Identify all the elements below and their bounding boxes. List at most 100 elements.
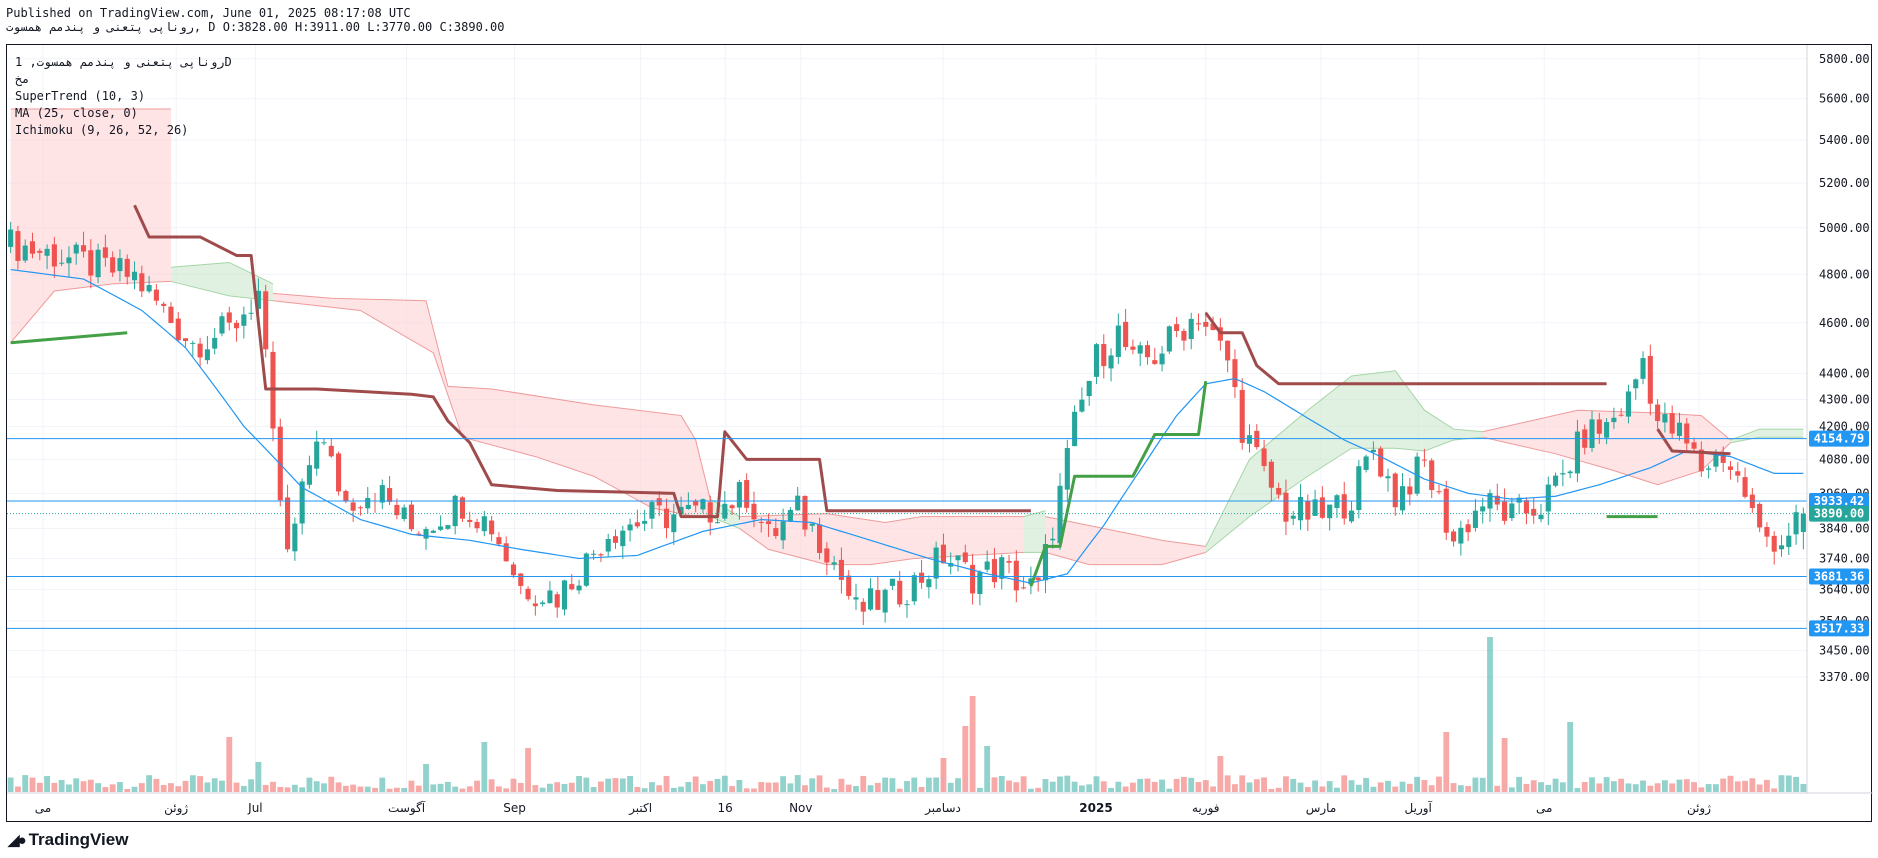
volume-bar: [656, 785, 663, 792]
candle-body: [1356, 466, 1362, 511]
candle-body: [204, 349, 210, 361]
candle-body: [722, 503, 728, 519]
candle-body: [1232, 359, 1238, 388]
candle-body: [1421, 459, 1427, 461]
volume-bar: [751, 788, 757, 792]
candle-body: [175, 318, 181, 341]
candle-body: [66, 257, 72, 264]
volume-bar: [124, 788, 131, 792]
candle-body: [1319, 497, 1325, 518]
x-tick-label: Jul: [247, 801, 262, 815]
volume-bar: [1283, 776, 1289, 792]
candle-body: [1363, 456, 1369, 470]
candle-body: [241, 314, 247, 326]
volume-bar: [940, 758, 947, 792]
volume-bar: [598, 781, 604, 792]
candle-body: [190, 342, 196, 344]
volume-bar: [1166, 788, 1173, 792]
volume-bar: [1355, 784, 1362, 792]
candle-body: [1115, 325, 1121, 357]
volume-bar: [1071, 781, 1078, 792]
volume-bar: [1472, 777, 1479, 792]
volume-bar: [1698, 787, 1705, 792]
candle-body: [904, 604, 910, 606]
volume-bar: [976, 787, 983, 792]
y-tick-label: 5400.00: [1819, 133, 1870, 147]
candle-body: [977, 572, 983, 594]
candle-body: [73, 244, 79, 254]
volume-bar: [962, 726, 969, 792]
candle-body: [1050, 538, 1056, 541]
volume-bar: [240, 785, 247, 792]
x-tick-label: آگوست: [388, 800, 426, 816]
volume-bar: [1042, 779, 1049, 792]
volume-bar: [1800, 784, 1807, 792]
volume-bar: [182, 780, 189, 792]
volume-bar: [517, 782, 524, 792]
volume-bar: [1523, 783, 1530, 792]
volume-bar: [663, 775, 670, 792]
candle-body: [540, 602, 546, 605]
candle-body: [314, 441, 320, 469]
volume-bar: [984, 746, 991, 792]
legend-ichimoku[interactable]: Ichimoku (9, 26, 52, 26): [15, 122, 232, 139]
chart-legend: روناپی پتعنی و پندمم همسوت, 1D مخ SuperT…: [15, 54, 232, 139]
x-tick-label: ژوئن: [164, 801, 188, 816]
volume-bar: [430, 784, 437, 792]
volume-bar: [372, 787, 378, 792]
volume-bar: [321, 783, 327, 792]
candle-body: [234, 322, 240, 329]
level-price-tag: 4154.79: [1814, 432, 1865, 446]
volume-bar: [1552, 778, 1559, 792]
volume-bar: [466, 786, 473, 792]
legend-supertrend[interactable]: SuperTrend (10, 3): [15, 88, 232, 105]
volume-bar: [1122, 786, 1129, 792]
volume-bar: [1479, 777, 1486, 792]
volume-bar: [831, 788, 838, 792]
candle-body: [1348, 510, 1355, 522]
volume-bar: [437, 783, 444, 792]
tradingview-brand[interactable]: ◢● TradingView: [8, 830, 128, 850]
volume-bar: [1705, 784, 1712, 792]
candle-body: [1655, 404, 1661, 422]
candle-body: [547, 590, 553, 604]
candle-body: [1443, 488, 1449, 533]
volume-bar: [379, 777, 386, 792]
candle-body: [1691, 442, 1697, 449]
candle-body: [1633, 379, 1639, 389]
candle-body: [1225, 340, 1231, 361]
legend-ma[interactable]: MA (25, close, 0): [15, 105, 232, 122]
candle-body: [1327, 504, 1333, 519]
volume-bar: [1625, 783, 1632, 792]
volume-bar: [874, 782, 881, 792]
candle-body: [408, 504, 415, 530]
volume-bar: [853, 786, 859, 792]
volume-bar: [794, 775, 801, 792]
candle-body: [1647, 355, 1653, 404]
candle-body: [561, 580, 568, 610]
candle-body: [1137, 345, 1143, 354]
candle-body: [591, 553, 597, 555]
volume-bar: [867, 785, 874, 792]
volume-bar: [211, 778, 218, 792]
candle-body: [1764, 527, 1770, 537]
volume-bar: [474, 780, 480, 792]
candle-body: [962, 552, 968, 563]
volume-bar: [1232, 784, 1238, 792]
volume-bar: [1661, 780, 1668, 792]
candle-body: [321, 442, 327, 444]
price-chart[interactable]: 5800.00 5600.00 5400.00 5200.00 5000.00 4800.…: [7, 45, 1873, 823]
candle-body: [474, 521, 480, 529]
volume-bar: [510, 778, 517, 792]
candle-body: [212, 337, 218, 349]
volume-bar: [1734, 781, 1741, 792]
candle-body: [780, 521, 786, 541]
candle-body: [1684, 423, 1690, 444]
volume-bar: [1319, 786, 1326, 792]
candle-body: [394, 504, 400, 516]
candle-body: [1436, 491, 1442, 493]
candle-body: [1152, 360, 1158, 364]
volume-bar: [1749, 778, 1756, 792]
x-tick-label: می: [1536, 801, 1552, 815]
candle-body: [919, 572, 925, 583]
